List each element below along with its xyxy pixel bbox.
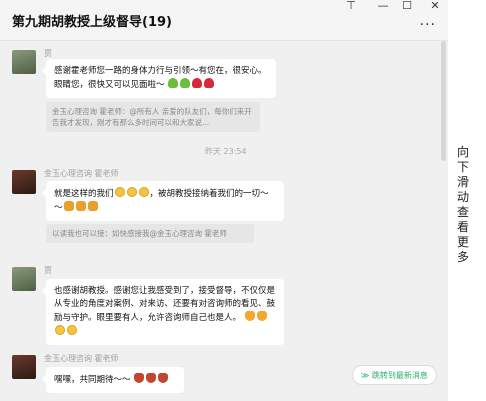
smile-emoji-icon: [114, 187, 125, 197]
smile-emoji-icon: [55, 325, 65, 335]
maximize-button[interactable]: ☐: [397, 0, 417, 14]
smile-emoji-icon: [67, 325, 77, 335]
message-text: 也感谢胡教授。感谢您让我感受到了，接受督导，不仅仅是从专业的角度对案例、对来访、…: [54, 286, 276, 323]
more-options-button[interactable]: ···: [420, 17, 436, 33]
sender-name: 贾: [44, 266, 52, 275]
sender-name: 金玉心理咨询 霍老师: [44, 354, 119, 363]
message-bubble[interactable]: 嘿嘿，共同期待～～: [42, 367, 184, 393]
chat-window: 第九期胡教授上级督导(19) ⊤ — ☐ ✕ ··· 贾 感谢霍老师您一路的身体…: [0, 0, 448, 401]
avatar[interactable]: [12, 267, 36, 291]
plant-emoji-icon: [180, 78, 191, 88]
jump-to-latest-label: 跳转到最新消息: [371, 371, 428, 380]
sender-name: 金玉心理咨询 霍老师: [44, 169, 119, 178]
message-list[interactable]: 贾 感谢霍老师您一路的身体力行与引领～有您在，很安心。眼睛您，很快又可以见面啦～…: [0, 41, 448, 401]
cheer-emoji-icon: [146, 373, 157, 383]
message-text: 就是这样的我们: [54, 189, 114, 199]
rose-emoji-icon: [204, 78, 215, 88]
double-chevron-down-icon: ≫: [361, 371, 370, 380]
smile-emoji-icon: [138, 187, 149, 197]
pray-emoji-icon: [256, 311, 267, 321]
chat-title: 第九期胡教授上级督导(19): [12, 15, 172, 30]
close-button[interactable]: ✕: [425, 0, 445, 14]
smile-emoji-icon: [126, 187, 137, 197]
jump-to-latest-button[interactable]: ≫ 跳转到最新消息: [352, 365, 437, 385]
cheer-emoji-icon: [134, 373, 145, 383]
message-bubble[interactable]: 就是这样的我们 ，被胡教授接纳着我们的一切～～: [42, 181, 284, 221]
rose-emoji-icon: [192, 78, 203, 88]
sender-name: 贾: [44, 49, 52, 58]
fist-emoji-icon: [75, 201, 86, 211]
title-bar: 第九期胡教授上级督导(19) ⊤ — ☐ ✕ ···: [0, 0, 448, 41]
avatar[interactable]: [12, 170, 36, 194]
message-text: 感谢霍老师您一路的身体力行与引领～有您在，很安心。眼睛您，很快又可以见面啦～: [54, 66, 267, 90]
avatar[interactable]: [12, 50, 36, 74]
avatar[interactable]: [12, 355, 36, 379]
pray-emoji-icon: [244, 311, 255, 321]
minimize-button[interactable]: —: [373, 0, 393, 14]
timestamp: 昨天 23:54: [205, 147, 247, 156]
fist-emoji-icon: [87, 201, 98, 211]
message-bubble[interactable]: 也感谢胡教授。感谢您让我感受到了，接受督导，不仅仅是从专业的角度对案例、对来访、…: [42, 279, 284, 345]
scroll-hint-text: 向下滑动查看更多: [456, 145, 469, 264]
message-bubble[interactable]: 感谢霍老师您一路的身体力行与引领～有您在，很安心。眼睛您，很快又可以见面啦～: [42, 59, 276, 98]
quoted-message[interactable]: 以读我也可以接：如快感接我@金玉心理咨询 霍老师: [46, 224, 254, 243]
fist-emoji-icon: [63, 201, 74, 211]
plant-emoji-icon: [168, 78, 179, 88]
pin-icon[interactable]: ⊤: [341, 0, 361, 14]
quoted-message[interactable]: 金玉心理咨询 霍老师：@所有人 亲爱的队友们，每你们来开告我才发现，刚才有那么多…: [46, 102, 260, 132]
scrollbar[interactable]: [441, 41, 446, 161]
cheer-emoji-icon: [158, 373, 169, 383]
message-text: 嘿嘿，共同期待～～: [54, 375, 131, 385]
